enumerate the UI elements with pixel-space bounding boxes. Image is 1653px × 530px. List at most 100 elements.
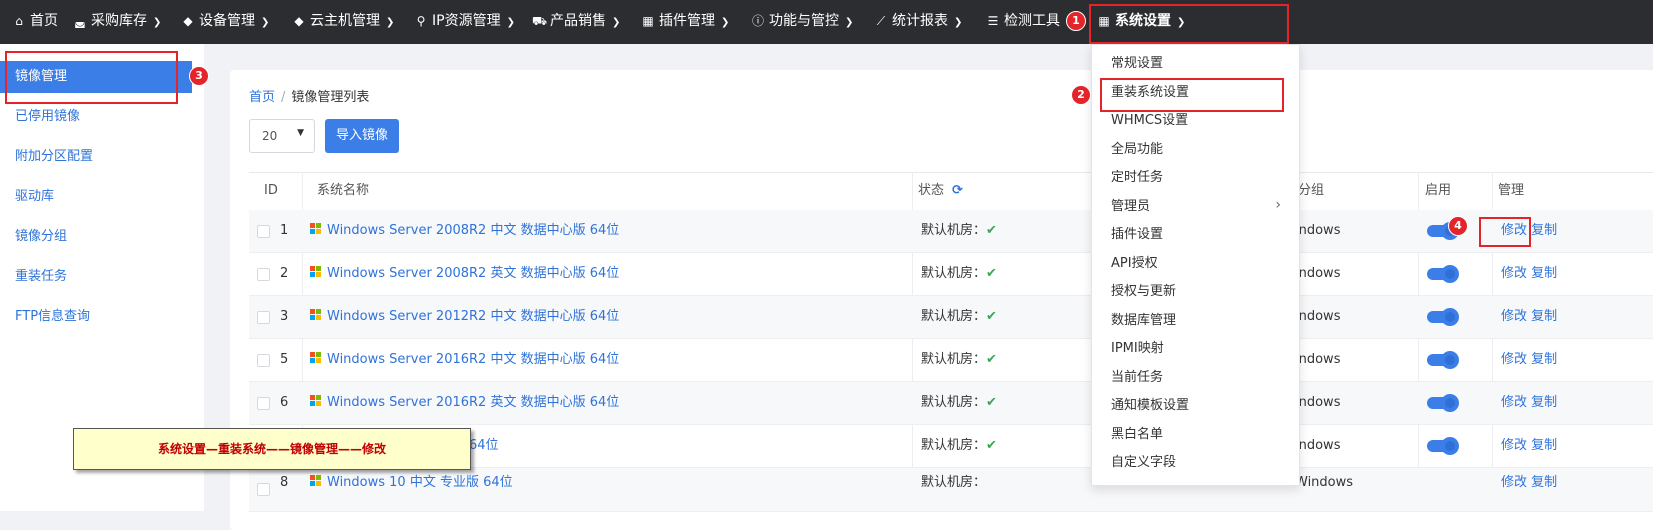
copy-link[interactable]: 复制 [1531,352,1557,367]
row-system-name: Windows Server 2012R2 中文 数据中心版 64位 [310,296,619,338]
info-icon: ⓘ [751,14,764,28]
check-icon: ✔ [986,223,997,238]
map-marker-icon: ⚲ [416,14,426,28]
edit-link[interactable]: 修改 [1501,309,1527,324]
copy-link[interactable]: 复制 [1531,266,1557,281]
menu-item-general-settings[interactable]: 常规设置 [1111,50,1163,78]
cube-icon: ◆ [294,14,304,28]
nav-ip-resource-management[interactable]: ⚲ IP资源管理 ❯ [414,0,515,44]
table-row: 8 Windows 10 中文 专业版 64位 默认机房： Windows 修改… [249,468,1653,512]
row-group: indows [1295,223,1341,238]
enable-toggle[interactable] [1427,308,1459,326]
system-name-link[interactable]: Windows Server 2016R2 中文 数据中心版 64位 [327,352,619,367]
row-actions: 修改 复制 [1501,253,1557,295]
system-name-link[interactable]: Windows 10 中文 专业版 64位 [327,475,513,490]
table-row: 5 Windows Server 2016R2 中文 数据中心版 64位 默认机… [249,339,1653,382]
system-name-link[interactable]: Windows Server 2012R2 中文 数据中心版 64位 [327,309,619,324]
menu-item-database-management[interactable]: 数据库管理 [1111,307,1176,335]
edit-link[interactable]: 修改 [1501,395,1527,410]
menu-item-notification-templates[interactable]: 通知模板设置 [1111,392,1189,420]
enable-toggle[interactable] [1427,265,1459,283]
row-checkbox[interactable] [257,268,270,281]
row-checkbox[interactable] [257,225,270,238]
chevron-down-icon: ❯ [261,17,270,28]
row-system-name: Windows Server 2016R2 英文 数据中心版 64位 [310,382,619,424]
page-size-value: 20 [262,129,278,143]
nav-device-management[interactable]: ◆ 设备管理 ❯ [181,0,269,44]
system-name-link[interactable]: 64位 [469,438,499,453]
check-icon: ✔ [986,352,997,367]
check-icon: ✔ [986,266,997,281]
column-header-name: 系统名称 [317,183,370,198]
menu-item-current-tasks[interactable]: 当前任务 [1111,364,1163,392]
nav-product-sales[interactable]: ⛟ 产品销售 ❯ [532,0,620,44]
nav-statistics-reports[interactable]: ⟋ 统计报表 ❯ [874,0,963,44]
list-icon: ☰ [987,14,999,28]
row-id: 1 [280,223,289,238]
enable-toggle[interactable] [1427,437,1459,455]
sidebar-item-partition-config[interactable]: 附加分区配置 [0,141,192,173]
system-name-link[interactable]: Windows Server 2008R2 中文 数据中心版 64位 [327,223,619,238]
sidebar-item-reinstall-tasks[interactable]: 重装任务 [0,261,192,293]
chevron-down-icon: ❯ [386,17,395,28]
highlight-box-reinstall-settings [1100,78,1284,112]
sidebar-item-image-groups[interactable]: 镜像分组 [0,221,192,253]
column-header-status: 状态 ⟳ [918,183,963,198]
row-system-name: Windows Server 2008R2 英文 数据中心版 64位 [310,253,619,295]
menu-item-global-functions[interactable]: 全局功能 [1111,136,1163,164]
row-checkbox[interactable] [257,354,270,367]
row-actions: 修改 复制 [1501,468,1557,504]
row-checkbox[interactable] [257,397,270,410]
copy-link[interactable]: 复制 [1531,309,1557,324]
copy-link[interactable]: 复制 [1531,395,1557,410]
nav-plugin-management[interactable]: ▦ 插件管理 ❯ [641,0,729,44]
page-size-select[interactable]: 20 ▼ [249,119,315,153]
row-id: 2 [280,266,289,281]
row-system-name: Windows Server 2016R2 中文 数据中心版 64位 [310,339,619,381]
nav-functions-control[interactable]: ⓘ 功能与管控 ❯ [751,0,853,44]
column-header-manage: 管理 [1498,183,1525,198]
row-checkbox[interactable] [257,311,270,324]
row-group: indows [1295,266,1341,281]
nav-purchase-stock[interactable]: ◛ 采购库存 ❯ [73,0,161,44]
import-image-button[interactable]: 导入镜像 [325,119,399,153]
menu-item-blackwhite-list[interactable]: 黑白名单 [1111,421,1163,449]
sidebar-item-ftp-info[interactable]: FTP信息查询 [0,301,192,333]
enable-toggle[interactable] [1427,351,1459,369]
column-header-id: ID [264,183,278,198]
refresh-icon[interactable]: ⟳ [952,183,963,198]
step-badge-4: 4 [1448,216,1468,236]
nav-detection-tools[interactable]: ☰ 检测工具 [986,0,1060,44]
system-name-link[interactable]: Windows Server 2016R2 英文 数据中心版 64位 [327,395,619,410]
copy-link[interactable]: 复制 [1531,475,1557,490]
edit-link[interactable]: 修改 [1501,475,1527,490]
menu-item-scheduled-tasks[interactable]: 定时任务 [1111,164,1163,192]
edit-link[interactable]: 修改 [1501,352,1527,367]
chevron-right-icon: › [1275,197,1281,213]
cube-icon: ◆ [183,14,193,28]
row-checkbox[interactable] [257,483,270,496]
menu-item-license-update[interactable]: 授权与更新 [1111,278,1176,306]
sidebar-item-driver-library[interactable]: 驱动库 [0,181,192,213]
menu-item-ipmi-mapping[interactable]: IPMI映射 [1111,335,1164,363]
breadcrumb-home-link[interactable]: 首页 [249,90,275,105]
breadcrumb: 首页 / 镜像管理列表 [249,86,369,105]
highlight-box-image-management [5,51,178,104]
copy-link[interactable]: 复制 [1531,438,1557,453]
menu-item-plugin-settings[interactable]: 插件设置 [1111,221,1163,249]
menu-item-api-auth[interactable]: API授权 [1111,250,1158,278]
sidebar-item-disabled-images[interactable]: 已停用镜像 [0,101,192,133]
system-name-link[interactable]: Windows Server 2008R2 英文 数据中心版 64位 [327,266,619,281]
menu-item-administrators[interactable]: 管理员 [1111,193,1150,221]
edit-link[interactable]: 修改 [1501,438,1527,453]
step-badge-1: 1 [1066,11,1086,31]
copy-link[interactable]: 复制 [1531,223,1557,238]
nav-home[interactable]: ⌂ 首页 [12,0,58,44]
menu-item-custom-fields[interactable]: 自定义字段 [1111,449,1176,477]
enable-toggle[interactable] [1427,394,1459,412]
edit-link[interactable]: 修改 [1501,266,1527,281]
nav-cloud-host-management[interactable]: ◆ 云主机管理 ❯ [292,0,394,44]
highlight-box-system-settings [1089,4,1289,44]
table-row: 6 Windows Server 2016R2 英文 数据中心版 64位 默认机… [249,382,1653,425]
chevron-down-icon: ❯ [954,17,963,28]
